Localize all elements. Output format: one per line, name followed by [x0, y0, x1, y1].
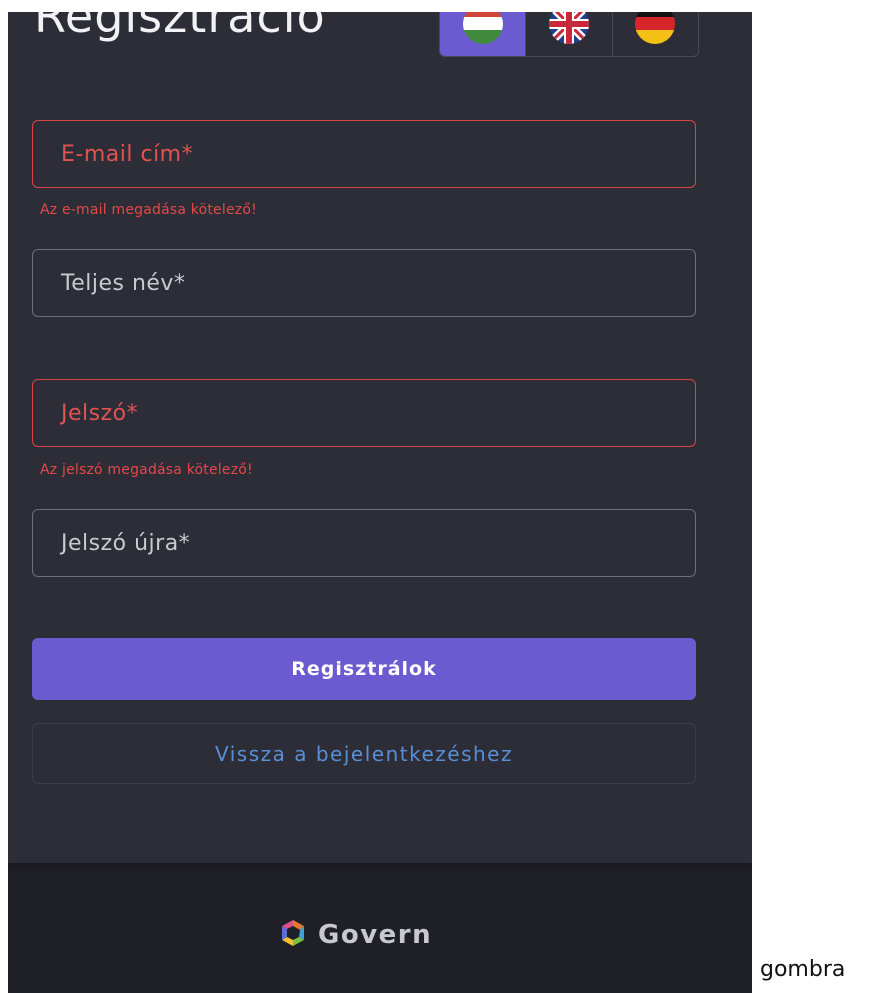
full-name-field[interactable]: Teljes név* — [32, 249, 696, 317]
footer-brand: Govern — [278, 918, 432, 952]
registration-card: Regisztráció E-mail cím* Az e-mail megad… — [8, 12, 752, 863]
language-button-en[interactable] — [525, 12, 612, 56]
language-button-hu[interactable] — [440, 12, 526, 56]
page-title: Regisztráció — [34, 12, 326, 43]
hungary-flag-icon — [462, 12, 503, 44]
password-field[interactable]: Jelszó* — [32, 379, 696, 447]
language-switcher — [439, 12, 699, 57]
password-error-message: Az jelszó megadása kötelező! — [40, 462, 253, 478]
password-confirm-field[interactable]: Jelszó újra* — [32, 509, 696, 577]
caption-text: gombra — [760, 957, 846, 982]
password-placeholder: Jelszó* — [61, 400, 139, 426]
germany-flag-icon — [635, 12, 676, 44]
brand-name: Govern — [318, 920, 433, 950]
back-to-login-button[interactable]: Vissza a bejelentkezéshez — [32, 723, 696, 784]
app-screen: Regisztráció E-mail cím* Az e-mail megad… — [8, 12, 752, 993]
full-name-placeholder: Teljes név* — [61, 270, 186, 296]
language-button-de[interactable] — [611, 12, 698, 56]
email-placeholder: E-mail cím* — [61, 141, 194, 167]
password-confirm-placeholder: Jelszó újra* — [61, 530, 191, 556]
govern-logo-icon — [278, 918, 308, 952]
email-error-message: Az e-mail megadása kötelező! — [40, 202, 257, 218]
email-field[interactable]: E-mail cím* — [32, 120, 696, 188]
register-button[interactable]: Regisztrálok — [32, 638, 696, 700]
uk-flag-icon — [548, 12, 589, 44]
